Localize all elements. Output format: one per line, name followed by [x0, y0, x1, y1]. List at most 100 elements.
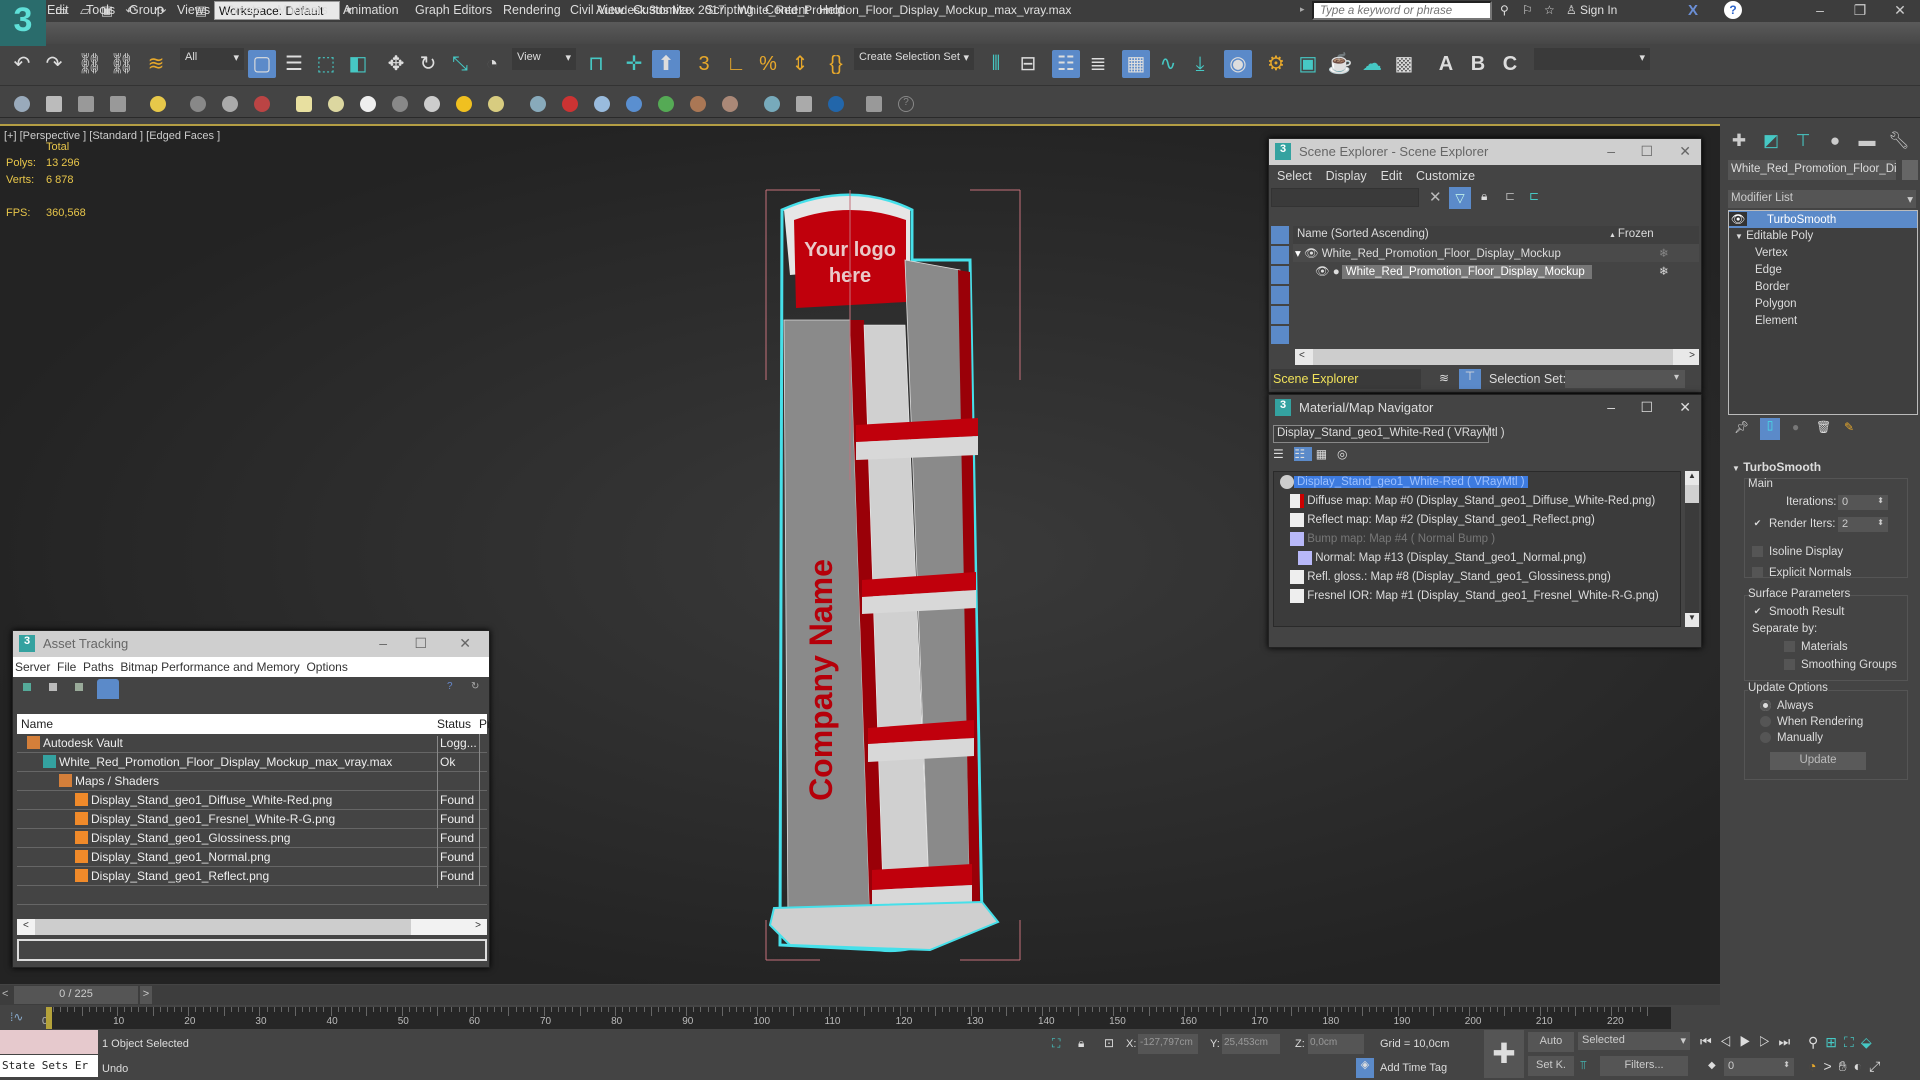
- view-small-icons-icon[interactable]: ▦: [1316, 447, 1334, 461]
- lock-icon[interactable]: 🔒︎: [1481, 189, 1487, 204]
- col-status-header[interactable]: Status: [437, 717, 471, 731]
- restore-button[interactable]: ❐: [1840, 2, 1880, 20]
- menu-content[interactable]: Content: [765, 3, 809, 17]
- material-tree-row[interactable]: Fresnel IOR: Map #1 (Display_Stand_geo1_…: [1290, 589, 1659, 607]
- at-view-icon-3[interactable]: [75, 683, 83, 691]
- place-icon[interactable]: ◔: [478, 50, 506, 78]
- menu-create[interactable]: Create: [225, 3, 263, 17]
- zoom-all-icon[interactable]: ⊞: [1825, 1034, 1844, 1050]
- menu-views[interactable]: Views: [177, 3, 210, 17]
- help-search-input[interactable]: [1312, 1, 1492, 20]
- create-tab-icon[interactable]: ✚: [1724, 128, 1754, 154]
- at-menu-bitmap-perf[interactable]: Bitmap Performance and Memory: [120, 660, 299, 674]
- key-mode-toggle-icon[interactable]: ◆: [1708, 1060, 1716, 1071]
- scroll-up-icon[interactable]: ▲: [1685, 471, 1699, 485]
- help-icon[interactable]: ?: [1724, 1, 1742, 19]
- view-large-icons-icon[interactable]: ◎: [1337, 447, 1355, 461]
- plane-icon[interactable]: [530, 96, 546, 112]
- modifier-list-dropdown[interactable]: Modifier List ▾: [1728, 190, 1916, 208]
- pan-hand-icon[interactable]: ✋︎: [1839, 1058, 1854, 1074]
- material-tree-row[interactable]: Bump map: Map #4 ( Normal Bump ): [1290, 532, 1495, 550]
- curve-editor-icon[interactable]: ∿: [1154, 50, 1182, 78]
- menu-customize[interactable]: Customize: [633, 3, 692, 17]
- view-list-icon[interactable]: ☰: [1273, 447, 1291, 461]
- set-key-big-icon[interactable]: ✚: [1484, 1030, 1524, 1078]
- align-icon[interactable]: ⊟: [1014, 50, 1042, 78]
- sign-in-button[interactable]: Sign In: [1580, 3, 1617, 17]
- asset-row[interactable]: Display_Stand_geo1_Glossiness.png Found: [17, 829, 487, 850]
- minimize-icon[interactable]: –: [1607, 399, 1615, 415]
- capsule-icon[interactable]: [488, 96, 504, 112]
- se-menu-select[interactable]: Select: [1277, 169, 1312, 183]
- hierarchy-mode-icon[interactable]: ⊤: [1459, 369, 1481, 389]
- motion-tab-icon[interactable]: ●: [1820, 128, 1850, 154]
- viewport-label[interactable]: [+] [Perspective ] [Standard ] [Edged Fa…: [4, 130, 220, 142]
- material-tree-row[interactable]: Normal: Map #13 (Display_Stand_geo1_Norm…: [1298, 551, 1586, 569]
- filter-icon[interactable]: ▽: [1449, 187, 1471, 209]
- col-name-header[interactable]: Name (Sorted Ascending): [1297, 228, 1429, 240]
- at-menu-paths[interactable]: Paths: [83, 660, 114, 674]
- rock-icon[interactable]: [722, 96, 738, 112]
- asset-row[interactable]: Display_Stand_geo1_Diffuse_White-Red.png…: [17, 791, 487, 812]
- pin-stack-icon[interactable]: 📌︎: [1734, 420, 1749, 434]
- turbosmooth-rollout-title[interactable]: ▼ TurboSmooth: [1732, 460, 1821, 474]
- menu-modifiers[interactable]: Modifiers: [277, 3, 328, 17]
- explicit-normals-checkbox[interactable]: Explicit Normals: [1752, 567, 1851, 579]
- named-selection-dropdown[interactable]: Create Selection Set ▾: [854, 48, 974, 70]
- menu-animation[interactable]: Animation: [343, 3, 399, 17]
- hierarchy-icon[interactable]: ⊏: [1505, 189, 1515, 203]
- prev-key-icon[interactable]: ◁: [1720, 1034, 1740, 1049]
- schematic-view-icon[interactable]: ⤓: [1186, 50, 1214, 78]
- collapse-arrow-icon[interactable]: ▼: [1735, 232, 1743, 241]
- zoom-extents-icon[interactable]: ⛶: [1844, 1034, 1861, 1050]
- at-menu-options[interactable]: Options: [306, 660, 347, 674]
- menu-rendering[interactable]: Rendering: [503, 3, 561, 17]
- toggle-ribbon-icon[interactable]: ▦: [1122, 50, 1150, 78]
- set-key-button[interactable]: Set K.: [1528, 1056, 1574, 1076]
- sphere-icon[interactable]: [328, 96, 344, 112]
- hierarchy-tab-icon[interactable]: ⊤: [1788, 128, 1818, 154]
- z-coordinate-field[interactable]: 0,0cm: [1308, 1034, 1364, 1054]
- render-iters-checkbox[interactable]: ✔ Render Iters:: [1752, 518, 1836, 530]
- scene-explorer-titlebar[interactable]: 3 Scene Explorer - Scene Explorer – ☐ ✕: [1269, 139, 1701, 165]
- exchange-icon[interactable]: X: [1688, 2, 1698, 19]
- app-logo-icon[interactable]: 3: [0, 0, 46, 46]
- zoom-icon[interactable]: ⚲: [1808, 1034, 1825, 1050]
- shape-icon[interactable]: [562, 96, 578, 112]
- col-p-header[interactable]: Pr: [479, 717, 491, 731]
- asset-row[interactable]: Display_Stand_geo1_Reflect.png Found: [17, 867, 487, 888]
- rectangular-selection-icon[interactable]: ⬚: [312, 50, 340, 78]
- particle-icon[interactable]: [254, 96, 270, 112]
- filter-lights-icon[interactable]: [1271, 266, 1289, 284]
- window-crossing-icon[interactable]: ◧: [344, 50, 372, 78]
- maxscript-mini-listener-pink[interactable]: [0, 1030, 98, 1054]
- se-search-input[interactable]: [1271, 188, 1419, 207]
- link-icon[interactable]: ⛓: [76, 50, 104, 78]
- layer-explorer-icon[interactable]: ≣: [1084, 50, 1112, 78]
- render-production-icon[interactable]: ☕: [1326, 50, 1354, 78]
- hierarchy-alt-icon[interactable]: ⊏: [1529, 189, 1539, 203]
- make-unique-icon[interactable]: ●: [1792, 420, 1799, 434]
- mirror-icon[interactable]: ⫴: [982, 50, 1010, 78]
- asset-row[interactable]: Display_Stand_geo1_Normal.png Found: [17, 848, 487, 869]
- unlink-icon[interactable]: ⛓: [108, 50, 136, 78]
- frame-buffer-icon[interactable]: [828, 96, 844, 112]
- scrollbar-thumb[interactable]: [35, 919, 411, 935]
- maximize-icon[interactable]: ☐: [1640, 399, 1653, 416]
- binoculars-icon[interactable]: ⚲: [1500, 3, 1509, 17]
- at-info-icon[interactable]: ↻: [471, 681, 479, 692]
- utilities-tab-icon[interactable]: 🔧︎: [1884, 128, 1914, 154]
- filter-spacewarps-icon[interactable]: [1271, 326, 1289, 344]
- object-color-swatch[interactable]: [1902, 160, 1918, 180]
- at-path-field[interactable]: [17, 939, 487, 961]
- sun-icon[interactable]: [456, 96, 472, 112]
- se-menu-customize[interactable]: Customize: [1416, 169, 1475, 183]
- update-when-rendering-radio[interactable]: When Rendering: [1760, 716, 1863, 728]
- next-frame-button[interactable]: >: [140, 986, 152, 1004]
- orbit-icon[interactable]: ◐: [1854, 1058, 1869, 1074]
- minimize-icon[interactable]: –: [1607, 143, 1615, 159]
- redo-icon[interactable]: ↷: [40, 50, 68, 78]
- move-icon[interactable]: ✥: [382, 50, 410, 78]
- material-editor-icon[interactable]: ◉: [1224, 50, 1252, 78]
- selection-filter-dropdown[interactable]: All ▾: [180, 48, 244, 70]
